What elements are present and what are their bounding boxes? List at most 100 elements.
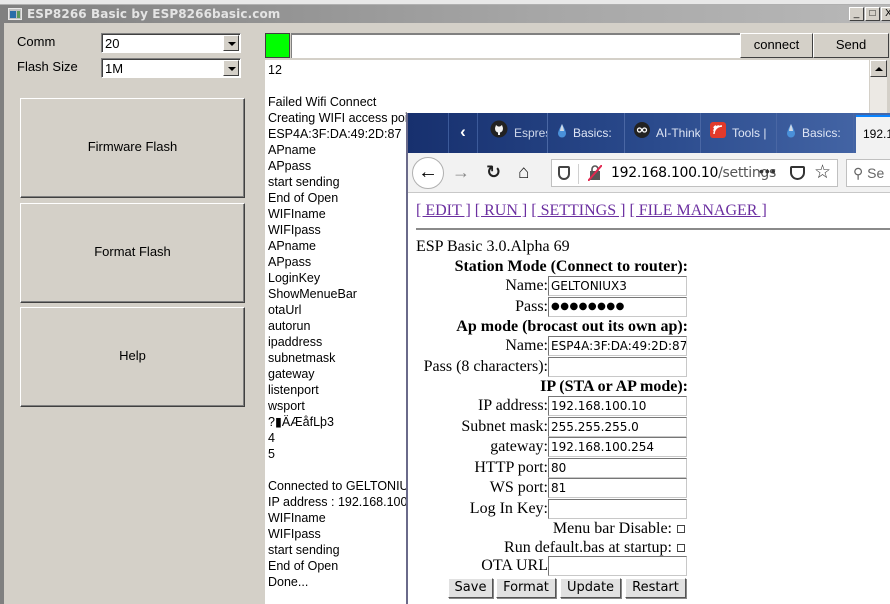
command-input[interactable] [291,33,740,58]
search-bar[interactable]: ⚲ Se [846,159,890,187]
url-bar[interactable]: 192.168.100.10/settings ••• ☆ [551,159,838,187]
ap-name-label: Name: [505,337,548,354]
http-port-label: HTTP port: [474,459,548,476]
home-button[interactable]: ⌂ [518,162,529,184]
tab-label: Basics: [802,126,841,140]
chevron-down-icon[interactable] [223,60,239,76]
ip-address-label: IP address: [477,397,548,414]
help-button[interactable]: Help [20,307,245,407]
ota-url-label: OTA URL [481,557,548,574]
minimize-button[interactable]: _ [849,7,864,21]
tab-strip: ‹ Espressif Basics: AI-Thinker Tools | B… [408,113,890,153]
search-icon: ⚲ [853,165,864,181]
run-default-label: Run default.bas at startup: [504,539,672,556]
tab-ai-thinker[interactable]: AI-Thinker [626,113,701,153]
bookmark-star-icon[interactable]: ☆ [814,161,831,184]
tab-espressif[interactable]: Espressif [482,113,548,153]
settings-page: [ EDIT ] [ RUN ] [ SETTINGS ] [ FILE MAN… [408,194,890,604]
tab-label: Espressif [514,126,547,140]
ws-port-label: WS port: [489,479,548,496]
station-mode-heading: Station Mode (Connect to router): [454,258,688,275]
url-separator [578,164,579,184]
reload-button[interactable]: ↻ [486,162,501,183]
comm-label: Comm [17,34,56,49]
flash-size-label: Flash Size [17,59,78,74]
tab-tools[interactable]: Tools | [702,113,777,153]
window-title: ESP8266 Basic by ESP8266basic.com [27,7,281,21]
infinity-icon [634,114,650,153]
run-link[interactable]: [ RUN ] [475,202,527,219]
subnet-mask-label: Subnet mask: [461,418,548,435]
tracking-shield-icon[interactable] [558,166,570,180]
login-key-label: Log In Key: [469,500,548,517]
gateway-label: gateway: [490,438,548,455]
comm-select[interactable]: 20 [101,33,241,53]
search-placeholder: Se [867,165,885,181]
back-button[interactable]: ← [412,157,444,189]
save-button[interactable]: Save [448,578,493,598]
ip-heading: IP (STA or AP mode): [540,378,688,395]
menu-divider [416,228,890,230]
format-flash-button[interactable]: Format Flash [20,203,245,303]
tab-label: Tools | [732,126,767,140]
version-text: ESP Basic 3.0.Alpha 69 [416,238,570,255]
url-text[interactable]: 192.168.100.10/settings [611,165,776,181]
station-pass-input[interactable]: ●●●●●●●● [548,297,687,317]
forward-button[interactable]: → [452,162,470,183]
ip-address-input[interactable]: 192.168.100.10 [548,396,687,416]
tab-basics-2[interactable]: Basics: [778,113,854,153]
settings-link[interactable]: [ SETTINGS ] [531,202,625,219]
firefox-window: ‹ Espressif Basics: AI-Thinker Tools | B… [406,113,890,604]
tab-active-settings[interactable]: 192.168.100.10 [856,115,890,153]
login-key-input[interactable] [548,499,687,519]
station-name-label: Name: [505,277,548,294]
droplet-icon [557,114,567,153]
ap-name-input[interactable]: ESP4A:3F:DA:49:2D:87 [548,336,687,356]
pocket-icon[interactable] [790,166,805,180]
connection-status-indicator [265,33,290,58]
comm-value: 20 [105,36,120,51]
station-name-input[interactable]: GELTONIUX3 [548,276,687,296]
app-icon [8,8,22,20]
console-line: 12 [268,63,282,77]
console-line: Failed Wifi Connect [268,95,377,109]
espressif-icon [710,114,726,153]
maximize-button[interactable]: □ [865,7,880,21]
ota-url-input[interactable] [548,556,687,576]
flash-size-select[interactable]: 1M [101,58,241,78]
gateway-input[interactable]: 192.168.100.254 [548,437,687,457]
scroll-up-arrow-icon[interactable] [870,60,887,77]
tab-label: AI-Thinker [656,126,701,140]
ap-pass-label: Pass (8 characters): [423,358,548,375]
page-actions-menu-icon[interactable]: ••• [759,163,777,179]
flash-size-value: 1M [105,61,124,76]
ws-port-input[interactable]: 81 [548,478,687,498]
navigation-toolbar: ← → ↻ ⌂ 192.168.100.10/settings ••• ☆ ⚲ … [408,153,890,193]
run-default-checkbox[interactable] [677,544,685,552]
ap-mode-heading: Ap mode (brocast out its own ap): [456,318,688,335]
tab-label: Basics: [573,126,612,140]
file-manager-link[interactable]: [ FILE MANAGER ] [629,202,766,219]
update-button[interactable]: Update [560,578,621,598]
edit-link[interactable]: [ EDIT ] [416,202,471,219]
send-button[interactable]: Send [813,33,889,58]
firmware-flash-button[interactable]: Firmware Flash [20,98,245,198]
ap-pass-input[interactable] [548,357,687,377]
http-port-input[interactable]: 80 [548,458,687,478]
droplet-icon [786,114,796,153]
title-bar[interactable]: ESP8266 Basic by ESP8266basic.com _ □ X [4,5,890,23]
menu-bar-disable-checkbox[interactable] [677,525,685,533]
subnet-mask-input[interactable]: 255.255.255.0 [548,417,687,437]
insecure-lock-icon[interactable] [587,164,603,182]
tab-scroll-left-icon[interactable]: ‹ [448,113,478,153]
close-button[interactable]: X [881,7,890,21]
format-button[interactable]: Format [496,578,556,598]
menu-bar-disable-label: Menu bar Disable: [552,520,672,537]
chevron-down-icon[interactable] [223,35,239,51]
tab-basics[interactable]: Basics: [549,113,625,153]
connect-button[interactable]: connect [740,33,813,58]
restart-button[interactable]: Restart [625,578,686,598]
page-menu: [ EDIT ] [ RUN ] [ SETTINGS ] [ FILE MAN… [416,202,767,220]
github-icon [490,114,508,153]
